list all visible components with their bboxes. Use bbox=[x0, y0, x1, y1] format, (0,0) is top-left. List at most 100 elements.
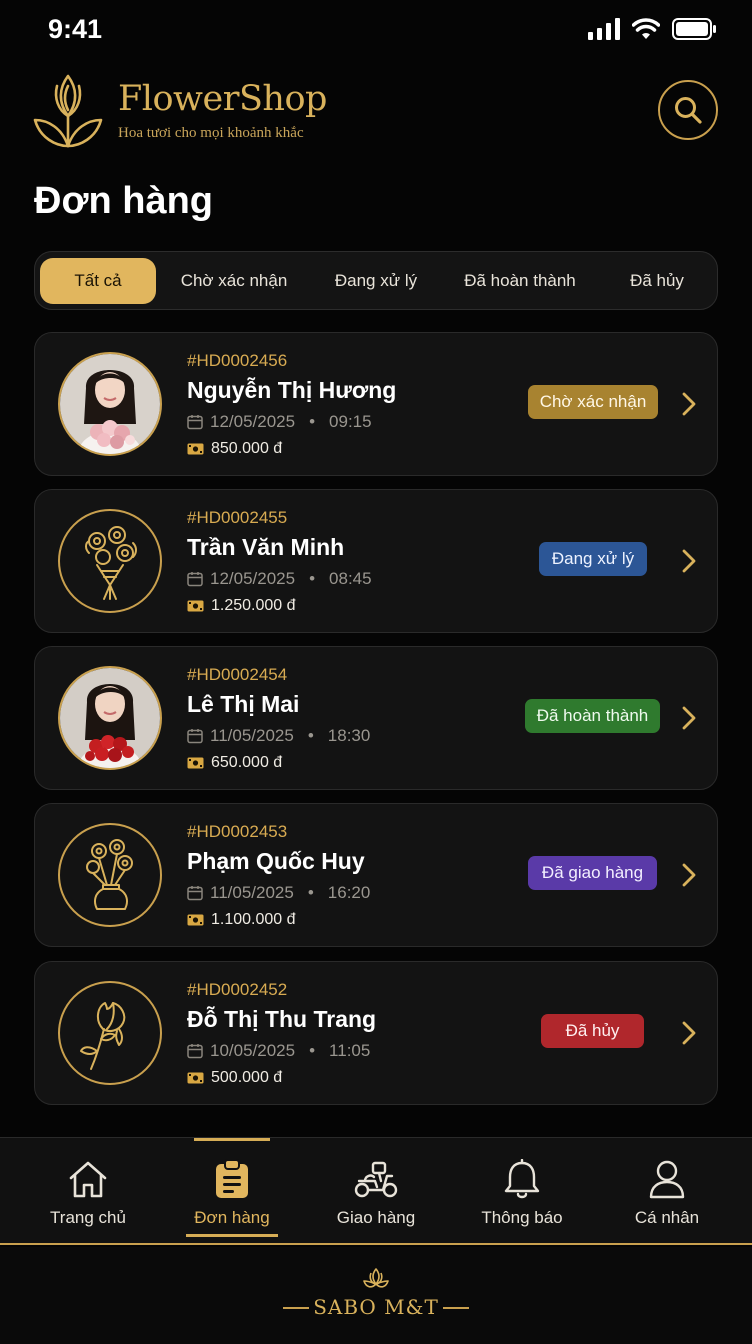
status-badge: Đang xử lý bbox=[539, 542, 647, 576]
home-icon bbox=[69, 1161, 107, 1198]
order-time: 11:05 bbox=[329, 1041, 371, 1060]
customer-name: Nguyễn Thị Hương bbox=[187, 377, 397, 403]
order-price: 500.000 đ bbox=[187, 1069, 282, 1087]
nav-delivery[interactable]: Giao hàng bbox=[301, 1138, 451, 1246]
page-title: Đơn hàng bbox=[34, 180, 213, 222]
status-badge: Chờ xác nhận bbox=[528, 385, 658, 419]
chevron-right-icon[interactable] bbox=[679, 705, 699, 731]
tab-completed[interactable]: Đã hoàn thành bbox=[449, 258, 591, 304]
order-datetime: 10/05/2025 • 11:05 bbox=[187, 1041, 370, 1061]
order-price: 650.000 đ bbox=[187, 754, 282, 772]
wifi-icon bbox=[632, 18, 660, 39]
money-icon bbox=[187, 1072, 204, 1084]
brand-tagline: Hoa tươi cho mọi khoảnh khắc bbox=[118, 124, 304, 141]
money-icon bbox=[187, 600, 204, 612]
bell-icon bbox=[504, 1159, 540, 1199]
lotus-logo-icon bbox=[33, 74, 103, 148]
order-price: 850.000 đ bbox=[187, 440, 282, 458]
order-id: #HD0002453 bbox=[187, 822, 288, 841]
status-badge: Đã hoàn thành bbox=[525, 699, 660, 733]
tab-cancelled[interactable]: Đã hủy bbox=[611, 258, 703, 304]
lotus-small-icon bbox=[363, 1268, 389, 1288]
customer-avatar bbox=[58, 981, 162, 1085]
order-time: 16:20 bbox=[327, 883, 371, 902]
separator-dot: • bbox=[307, 883, 314, 902]
status-time: 9:41 bbox=[48, 14, 103, 44]
order-card[interactable]: #HD0002456 Nguyễn Thị Hương 12/05/2025 •… bbox=[34, 332, 718, 476]
chevron-right-icon[interactable] bbox=[679, 1020, 699, 1046]
tab-pending[interactable]: Chờ xác nhận bbox=[165, 258, 303, 304]
order-date: 12/05/2025 bbox=[210, 412, 296, 431]
nav-profile[interactable]: Cá nhân bbox=[592, 1138, 742, 1246]
tab-processing[interactable]: Đang xử lý bbox=[315, 258, 437, 304]
order-status-tabs: Tất cả Chờ xác nhận Đang xử lý Đã hoàn t… bbox=[34, 251, 718, 310]
price-value: 850.000 đ bbox=[211, 440, 283, 457]
footer: SABO M&T bbox=[0, 1247, 752, 1344]
nav-home[interactable]: Trang chủ bbox=[13, 1138, 163, 1246]
chevron-right-icon[interactable] bbox=[679, 548, 699, 574]
calendar-icon bbox=[187, 886, 203, 901]
order-id: #HD0002454 bbox=[187, 665, 288, 684]
calendar-icon bbox=[187, 1044, 203, 1059]
tab-all[interactable]: Tất cả bbox=[40, 258, 156, 304]
nav-label: Cá nhân bbox=[634, 1208, 700, 1227]
money-icon bbox=[187, 757, 204, 769]
nav-orders[interactable]: Đơn hàng bbox=[157, 1138, 307, 1246]
signal-icon bbox=[588, 18, 620, 40]
status-icons bbox=[588, 18, 716, 40]
customer-avatar bbox=[58, 509, 162, 613]
customer-name: Đỗ Thị Thu Trang bbox=[187, 1006, 377, 1032]
user-icon bbox=[649, 1160, 685, 1199]
separator-dot: • bbox=[309, 569, 316, 588]
customer-avatar bbox=[58, 823, 162, 927]
footer-line-right bbox=[443, 1307, 469, 1309]
separator-dot: • bbox=[307, 726, 314, 745]
nav-notifications[interactable]: Thông báo bbox=[447, 1138, 597, 1246]
order-id: #HD0002456 bbox=[187, 351, 288, 370]
nav-label: Trang chủ bbox=[50, 1208, 126, 1227]
price-value: 1.100.000 đ bbox=[211, 911, 296, 928]
chevron-right-icon[interactable] bbox=[679, 391, 699, 417]
order-card[interactable]: #HD0002453 Phạm Quốc Huy 11/05/2025 • 16… bbox=[34, 803, 718, 947]
search-button[interactable] bbox=[658, 80, 718, 140]
calendar-icon bbox=[187, 572, 203, 587]
flower-vase-icon bbox=[86, 839, 133, 910]
order-datetime: 12/05/2025 • 08:45 bbox=[187, 569, 372, 589]
order-date: 12/05/2025 bbox=[210, 569, 296, 588]
calendar-icon bbox=[187, 415, 203, 430]
order-date: 11/05/2025 bbox=[210, 883, 294, 902]
clipboard-icon bbox=[216, 1159, 248, 1198]
status-bar: 9:41 bbox=[0, 0, 752, 62]
price-value: 650.000 đ bbox=[211, 754, 283, 771]
order-card[interactable]: #HD0002452 Đỗ Thị Thu Trang 10/05/2025 •… bbox=[34, 961, 718, 1105]
order-datetime: 11/05/2025 • 18:30 bbox=[187, 726, 370, 746]
order-price: 1.100.000 đ bbox=[187, 911, 296, 929]
woman-red-roses-photo bbox=[60, 668, 160, 768]
order-datetime: 11/05/2025 • 16:20 bbox=[187, 883, 370, 903]
order-card[interactable]: #HD0002455 Trần Văn Minh 12/05/2025 • 08… bbox=[34, 489, 718, 633]
money-icon bbox=[187, 914, 204, 926]
chevron-right-icon[interactable] bbox=[679, 862, 699, 888]
brand-name: FlowerShop bbox=[118, 79, 327, 120]
search-icon bbox=[675, 97, 702, 124]
customer-name: Trần Văn Minh bbox=[187, 534, 345, 560]
customer-avatar bbox=[58, 666, 162, 770]
tulip-icon bbox=[80, 1002, 126, 1070]
status-badge: Đã hủy bbox=[541, 1014, 644, 1048]
footer-brand: SABO M&T bbox=[313, 1295, 439, 1319]
battery-icon bbox=[672, 18, 716, 40]
order-card[interactable]: #HD0002454 Lê Thị Mai 11/05/2025 • 18:30… bbox=[34, 646, 718, 790]
customer-avatar bbox=[58, 352, 162, 456]
bottom-navigation: Trang chủ Đơn hàng Giao hàng Thông báo C… bbox=[0, 1137, 752, 1245]
order-time: 18:30 bbox=[327, 726, 371, 745]
bouquet-icon bbox=[85, 526, 137, 600]
customer-name: Lê Thị Mai bbox=[187, 691, 300, 717]
customer-name: Phạm Quốc Huy bbox=[187, 848, 365, 874]
nav-label: Thông báo bbox=[481, 1208, 563, 1227]
woman-pink-bouquet-photo bbox=[60, 354, 160, 454]
brand-header: FlowerShop Hoa tươi cho mọi khoảnh khắc bbox=[32, 72, 327, 150]
separator-dot: • bbox=[309, 412, 316, 431]
scooter-icon bbox=[354, 1161, 398, 1198]
order-date: 10/05/2025 bbox=[210, 1041, 296, 1060]
status-badge: Đã giao hàng bbox=[528, 856, 657, 890]
